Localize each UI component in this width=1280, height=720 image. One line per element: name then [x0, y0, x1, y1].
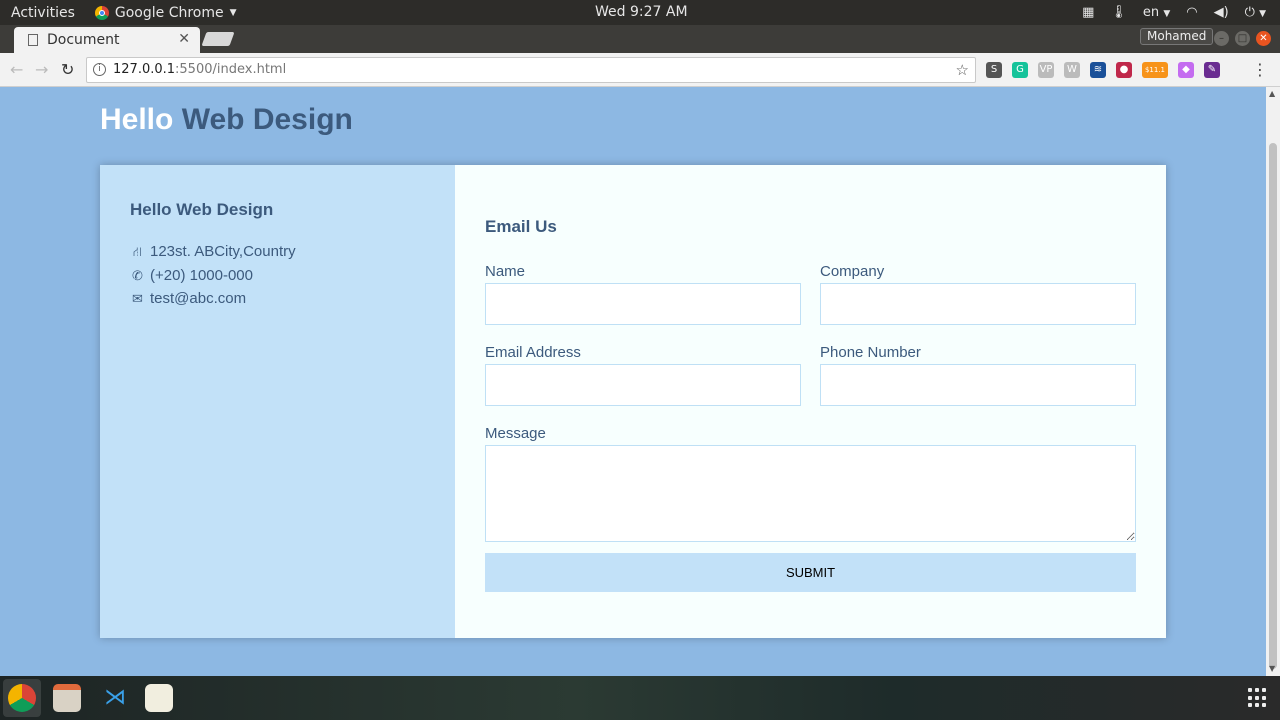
reload-icon[interactable]: ↻ [61, 60, 74, 79]
submit-button[interactable]: SUBMIT [485, 553, 1136, 592]
scroll-down-arrow-icon[interactable]: ▼ [1269, 664, 1275, 673]
name-label: Name [485, 263, 526, 280]
browser-tab[interactable]: Document ✕ [14, 27, 200, 53]
address-bar[interactable]: i 127.0.0.1:5500/index.html ☆ [86, 57, 976, 83]
s-extension-icon[interactable]: S [986, 62, 1002, 78]
email-field-group: Email Address [485, 344, 801, 406]
company-input[interactable] [820, 283, 1136, 325]
page-title: Hello Web Design [100, 103, 353, 137]
eyedropper-icon[interactable]: ✎ [1204, 62, 1220, 78]
bookmark-star-icon[interactable]: ☆ [956, 58, 969, 82]
chrome-logo-icon [94, 5, 109, 20]
scrollbar-thumb[interactable] [1269, 143, 1277, 669]
document-icon [28, 34, 38, 46]
form-row: Email Address Phone Number [485, 344, 1136, 406]
name-input[interactable] [485, 283, 801, 325]
info-icon[interactable]: i [93, 63, 106, 76]
title-word-hello: Hello [100, 103, 174, 136]
email-label: Email Address [485, 344, 581, 361]
message-textarea[interactable] [485, 445, 1136, 542]
app-menu[interactable]: Google Chrome ▼ [94, 4, 237, 21]
phone-text: (+20) 1000-000 [150, 266, 253, 284]
browser-toolbar: ← → ↻ i 127.0.0.1:5500/index.html ☆ S G VP… [0, 53, 1280, 87]
caret-down-icon: ▼ [1259, 9, 1266, 19]
phone-field-group: Phone Number [820, 344, 1136, 406]
system-top-bar: Activities Google Chrome ▼ Wed 9:27 AM ▦… [0, 0, 1280, 25]
volume-icon[interactable]: ◀) [1214, 5, 1229, 20]
calendar-icon[interactable]: ▦ [1082, 5, 1094, 20]
media-player-dock-icon[interactable] [145, 684, 173, 712]
language-label: en [1142, 5, 1160, 20]
profile-button[interactable]: Mohamed [1140, 28, 1214, 45]
wifi-icon[interactable]: ◠ [1186, 5, 1197, 20]
envelope-icon: ✉ [132, 291, 143, 306]
form-row: Name Company [485, 263, 1136, 325]
browser-tab-strip: Document ✕ Mohamed – □ ✕ [0, 25, 1280, 53]
language-indicator[interactable]: en ▼ [1143, 5, 1170, 20]
vp-extension-icon[interactable]: VP [1038, 62, 1054, 78]
phone-line: ✆ (+20) 1000-000 [130, 264, 425, 288]
bitcoin-price-icon[interactable]: $11.1 [1142, 62, 1168, 78]
caret-down-icon: ▼ [1163, 9, 1171, 19]
contact-card: Hello Web Design ⛙ 123st. ABCity,Country… [100, 165, 1166, 638]
minimize-button[interactable]: – [1214, 31, 1229, 46]
app-menu-label: Google Chrome [114, 4, 224, 21]
colorful-circle-icon[interactable]: ● [1116, 62, 1132, 78]
system-tray[interactable]: ▦ 🌡︎ en ▼ ◠ ◀) ⏻ ▼ [1082, 0, 1266, 25]
company-field-group: Company [820, 263, 1136, 325]
scroll-up-arrow-icon[interactable]: ▲ [1269, 89, 1275, 98]
address-text: 123st. ABCity,Country [150, 243, 296, 260]
vscode-dock-icon[interactable]: ⋊ [101, 684, 129, 712]
tab-title: Document [47, 32, 120, 48]
forward-arrow-icon[interactable]: → [35, 60, 48, 79]
page-viewport: Hello Web Design Hello Web Design ⛙ 123s… [0, 87, 1266, 676]
email-input[interactable] [485, 364, 801, 406]
maximize-button[interactable]: □ [1235, 31, 1250, 46]
road-icon: ⛙ [132, 244, 143, 259]
form-heading: Email Us [485, 217, 557, 236]
address-line: ⛙ 123st. ABCity,Country [130, 240, 425, 264]
page-scrollbar[interactable]: ▲ ▼ [1266, 87, 1280, 676]
phone-input[interactable] [820, 364, 1136, 406]
title-word-web-design: Web Design [181, 103, 353, 136]
wordpress-icon[interactable]: W [1064, 62, 1080, 78]
extensions-area: S G VP W ≋ ● $11.1 ◆ ✎ [986, 62, 1220, 78]
clock[interactable]: Wed 9:27 AM [595, 4, 688, 20]
back-arrow-icon[interactable]: ← [10, 60, 23, 79]
phone-icon: ✆ [132, 267, 143, 283]
steem-icon[interactable]: ≋ [1090, 62, 1106, 78]
email-line: ✉ test@abc.com [130, 287, 425, 311]
thermometer-icon[interactable]: 🌡︎ [1110, 5, 1127, 20]
paint-extension-icon[interactable]: ◆ [1178, 62, 1194, 78]
email-form-panel: Email Us Name Company Email Address Phon… [455, 165, 1166, 638]
new-tab-button[interactable] [201, 32, 235, 46]
window-controls: – □ ✕ [1214, 31, 1271, 46]
name-field-group: Name [485, 263, 801, 325]
show-applications-icon[interactable] [1248, 688, 1268, 708]
caret-down-icon: ▼ [229, 7, 237, 18]
close-tab-icon[interactable]: ✕ [178, 31, 190, 47]
power-icon[interactable]: ⏻ ▼ [1245, 5, 1266, 20]
phone-label: Phone Number [820, 344, 921, 361]
dock: ⋊ [0, 676, 1280, 720]
url-path: :5500/index.html [175, 62, 287, 77]
chrome-dock-icon[interactable] [8, 684, 36, 712]
contact-info-panel: Hello Web Design ⛙ 123st. ABCity,Country… [100, 165, 455, 638]
email-text: test@abc.com [150, 290, 247, 307]
url-host: 127.0.0.1 [113, 62, 176, 77]
company-label: Company [820, 263, 885, 280]
contact-heading: Hello Web Design [130, 200, 274, 219]
close-window-button[interactable]: ✕ [1256, 31, 1271, 46]
files-dock-icon[interactable] [53, 684, 81, 712]
message-field-group: Message [485, 425, 1136, 547]
activities-button[interactable]: Activities [11, 5, 75, 21]
grammarly-icon[interactable]: G [1012, 62, 1028, 78]
chrome-menu-icon[interactable]: ⋮ [1252, 60, 1268, 79]
message-label: Message [485, 425, 546, 442]
